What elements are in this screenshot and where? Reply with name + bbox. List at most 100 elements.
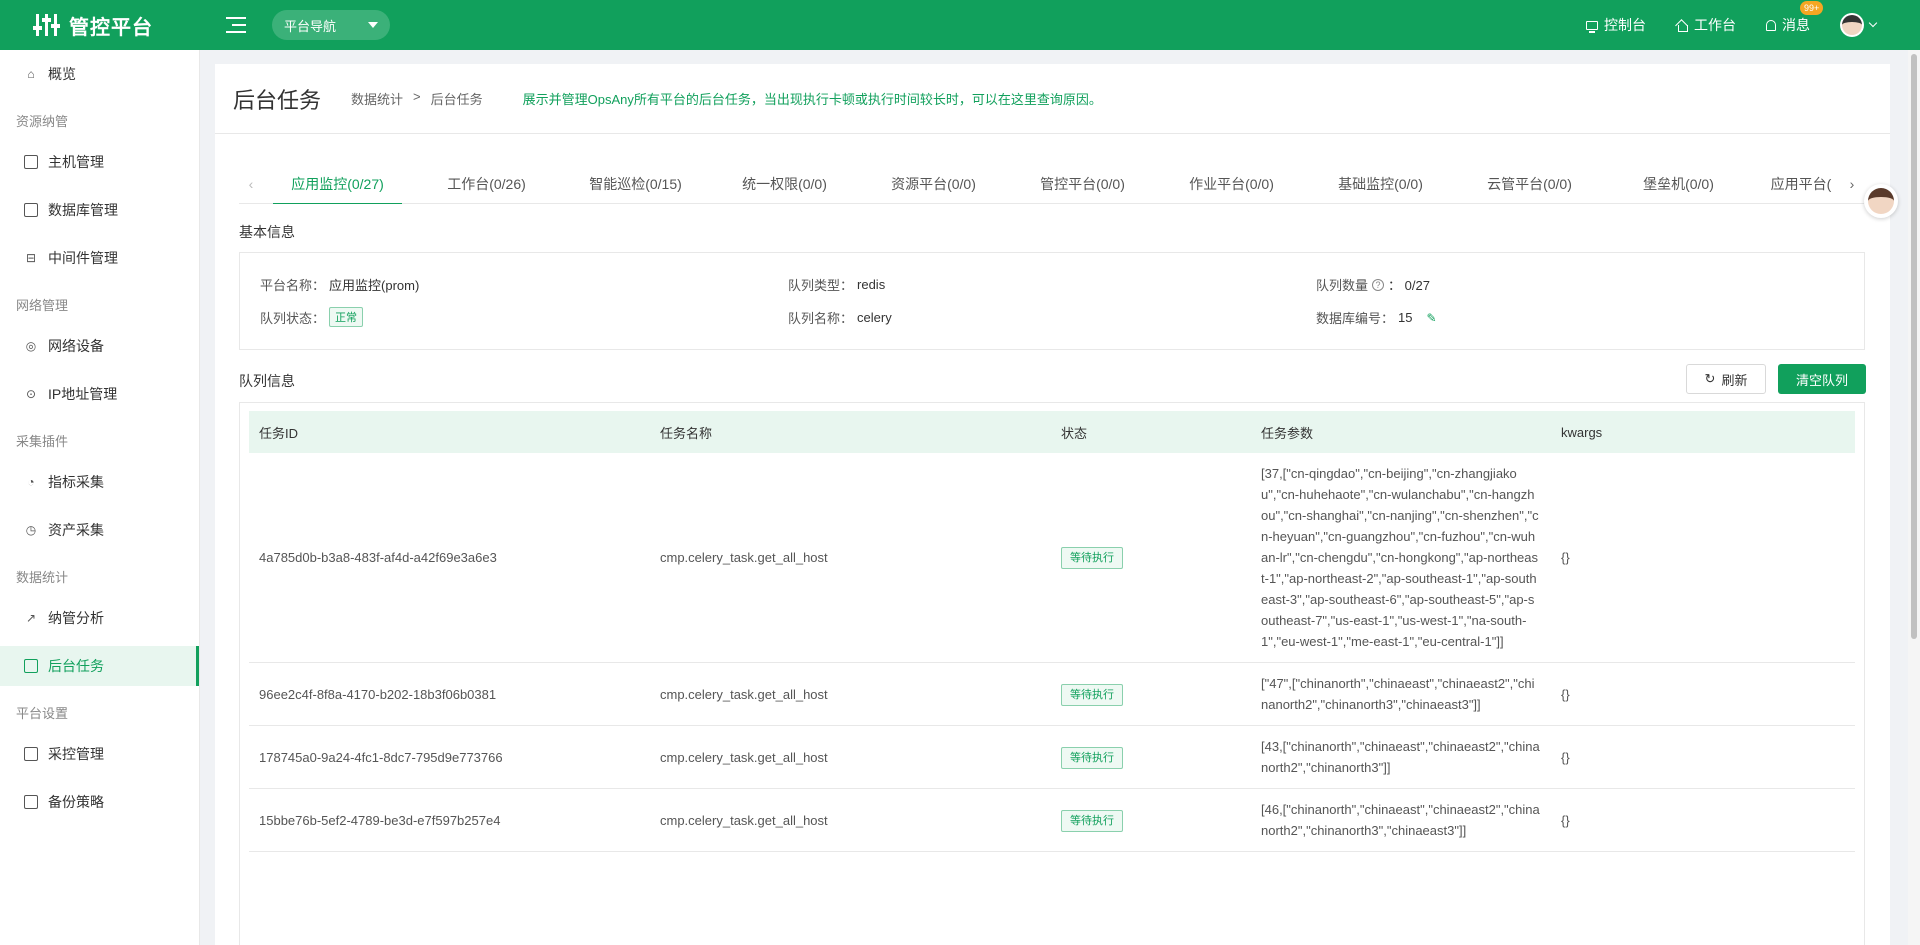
sidebar-item-ip[interactable]: ⊙ IP地址管理 [0, 374, 199, 414]
console-label: 控制台 [1604, 17, 1646, 33]
tab-job[interactable]: 作业平台(0/0) [1157, 164, 1306, 204]
sidebar-item-assets[interactable]: ◷ 资产采集 [0, 510, 199, 550]
status-badge: 正常 [329, 307, 364, 327]
table-row: 96ee2c4f-8f8a-4170-b202-18b3f06b0381 cmp… [249, 662, 1855, 726]
message-count-badge: 99+ [1800, 1, 1824, 15]
params-cell: [46,["chinanorth","chinaeast","chinaeast… [1251, 788, 1551, 852]
refresh-icon: ↻ [1704, 371, 1716, 386]
column-header-status: 状态 [1051, 411, 1251, 453]
brand-logo-icon [33, 14, 60, 36]
db-number-value: 15 [1398, 309, 1413, 325]
menu-toggle-icon[interactable] [226, 17, 246, 33]
status-cell: 等待执行 [1051, 725, 1251, 789]
kwargs-cell: {} [1551, 788, 1855, 852]
sidebar-item-label: 后台任务 [48, 658, 104, 674]
sidebar-item-metrics[interactable]: ◔ 指标采集 [0, 462, 199, 502]
status-cell: 等待执行 [1051, 662, 1251, 726]
bell-icon [1766, 19, 1776, 31]
status-badge: 等待执行 [1061, 746, 1123, 769]
refresh-button[interactable]: ↻ 刷新 [1686, 364, 1766, 394]
sidebar-item-overview[interactable]: ⌂ 概览 [0, 54, 199, 94]
task-name-cell: cmp.celery_task.get_all_host [650, 788, 1051, 852]
caret-down-icon [368, 22, 378, 28]
scrollbar-thumb[interactable] [1911, 54, 1917, 639]
messages-link[interactable]: 消息 99+ [1766, 1, 1824, 35]
platform-name-label: 平台名称： [260, 278, 326, 293]
tab-list: 应用监控(0/27) 工作台(0/26) 智能巡检(0/15) 统一权限(0/0… [263, 164, 1840, 204]
page-scrollbar[interactable] [1908, 50, 1920, 945]
tab-resource[interactable]: 资源平台(0/0) [859, 164, 1008, 204]
sidebar-item-label: IP地址管理 [48, 386, 118, 402]
task-name-cell: cmp.celery_task.get_all_host [650, 453, 1051, 663]
basic-info-panel: 平台名称： 应用监控(prom) 队列类型： redis 队列数量 ? ： 0/… [239, 252, 1865, 350]
section-title-basic: 基本信息 [239, 224, 295, 240]
tab-app-platform[interactable]: 应用平台( [1753, 164, 1840, 204]
plug-icon: ⊟ [25, 251, 37, 265]
params-cell: ["47",["chinanorth","chinaeast","chinaea… [1251, 662, 1551, 726]
sidebar-item-label: 采控管理 [48, 746, 104, 762]
breadcrumb: 数据统计 > 后台任务 [351, 89, 483, 108]
queue-name-field: 队列名称： celery [788, 307, 1316, 327]
location-pin-icon: ⊙ [25, 387, 37, 401]
sidebar-item-backup[interactable]: 备份策略 [0, 782, 199, 822]
tab-app-monitor[interactable]: 应用监控(0/27) [263, 164, 412, 204]
sidebar-item-collect-control[interactable]: 采控管理 [0, 734, 199, 774]
sidebar-group-title: 网络管理 [16, 298, 69, 313]
platform-name-field: 平台名称： 应用监控(prom) [260, 275, 788, 294]
main-content: 后台任务 数据统计 > 后台任务 展示并管理OpsAny所有平台的后台任务，当出… [215, 64, 1890, 945]
page-header: 后台任务 数据统计 > 后台任务 展示并管理OpsAny所有平台的后台任务，当出… [215, 64, 1890, 134]
edit-icon[interactable]: ✎ [1426, 311, 1438, 325]
sidebar-item-analysis[interactable]: ↗ 纳管分析 [0, 598, 199, 638]
tab-scroll-left-icon[interactable]: ‹ [239, 176, 263, 192]
queue-count-label: 队列数量 [1316, 278, 1369, 293]
sidebar-item-background-tasks[interactable]: 后台任务 [0, 646, 199, 686]
tab-workbench[interactable]: 工作台(0/26) [412, 164, 561, 204]
sidebar-item-label: 备份策略 [48, 794, 104, 810]
db-number-field: 数据库编号： 15 ✎ [1316, 307, 1844, 327]
tab-bastion[interactable]: 堡垒机(0/0) [1604, 164, 1753, 204]
workbench-link[interactable]: 工作台 [1676, 15, 1736, 35]
sidebar-group-title: 平台设置 [16, 706, 69, 721]
task-name-cell: cmp.celery_task.get_all_host [650, 662, 1051, 726]
breadcrumb-item[interactable]: 数据统计 [351, 89, 403, 108]
sidebar-item-database[interactable]: 数据库管理 [0, 190, 199, 230]
tab-scroll-right-icon[interactable]: › [1840, 176, 1864, 192]
sidebar-group-title: 采集插件 [16, 434, 69, 449]
sidebar-item-network-device[interactable]: ◎ 网络设备 [0, 326, 199, 366]
table-header-row: 任务ID 任务名称 状态 任务参数 kwargs [249, 411, 1855, 453]
kwargs-cell: {} [1551, 453, 1855, 663]
params-cell: [43,["chinanorth","chinaeast","chinaeast… [1251, 725, 1551, 789]
breadcrumb-separator: > [413, 89, 421, 104]
brand-title: 管控平台 [69, 16, 153, 39]
tab-permission[interactable]: 统一权限(0/0) [710, 164, 859, 204]
sidebar-item-label: 数据库管理 [48, 202, 118, 218]
tab-base-monitor[interactable]: 基础监控(0/0) [1306, 164, 1455, 204]
header-actions: 控制台 工作台 消息 99+ [1586, 1, 1920, 37]
brand[interactable]: 管控平台 [0, 0, 200, 50]
user-menu[interactable] [1840, 13, 1878, 37]
tab-control[interactable]: 管控平台(0/0) [1008, 164, 1157, 204]
params-cell: [37,["cn-qingdao","cn-beijing","cn-zhang… [1251, 453, 1551, 663]
console-link[interactable]: 控制台 [1586, 15, 1646, 35]
platform-nav-select[interactable]: 平台导航 [272, 10, 390, 40]
dashboard-icon: ◷ [25, 523, 37, 537]
help-icon[interactable]: ? [1372, 278, 1385, 291]
sidebar: ⌂ 概览 资源纳管 主机管理 数据库管理 ⊟ 中间件管理 网络管理 ◎ 网络设备… [0, 50, 200, 945]
sidebar-item-label: 网络设备 [48, 338, 104, 354]
tab-cloud[interactable]: 云管平台(0/0) [1455, 164, 1604, 204]
queue-count-field: 队列数量 ? ： 0/27 [1316, 275, 1844, 294]
page-title: 后台任务 [233, 87, 322, 113]
sidebar-item-label: 纳管分析 [48, 610, 104, 626]
db-number-label: 数据库编号： [1316, 310, 1395, 326]
task-id-cell: 15bbe76b-5ef2-4789-be3d-e7f597b257e4 [249, 788, 650, 852]
status-cell: 等待执行 [1051, 788, 1251, 852]
clear-queue-button[interactable]: 清空队列 [1778, 364, 1866, 394]
table-row: 178745a0-9a24-4fc1-8dc7-795d9e773766 cmp… [249, 725, 1855, 789]
kwargs-cell: {} [1551, 662, 1855, 726]
pie-chart-icon: ◔ [27, 475, 35, 489]
task-id-cell: 4a785d0b-b3a8-483f-af4d-a42f69e3a6e3 [249, 453, 650, 663]
sidebar-item-host[interactable]: 主机管理 [0, 142, 199, 182]
tab-inspection[interactable]: 智能巡检(0/15) [561, 164, 710, 204]
sidebar-item-middleware[interactable]: ⊟ 中间件管理 [0, 238, 199, 278]
assistant-avatar[interactable] [1864, 184, 1898, 218]
